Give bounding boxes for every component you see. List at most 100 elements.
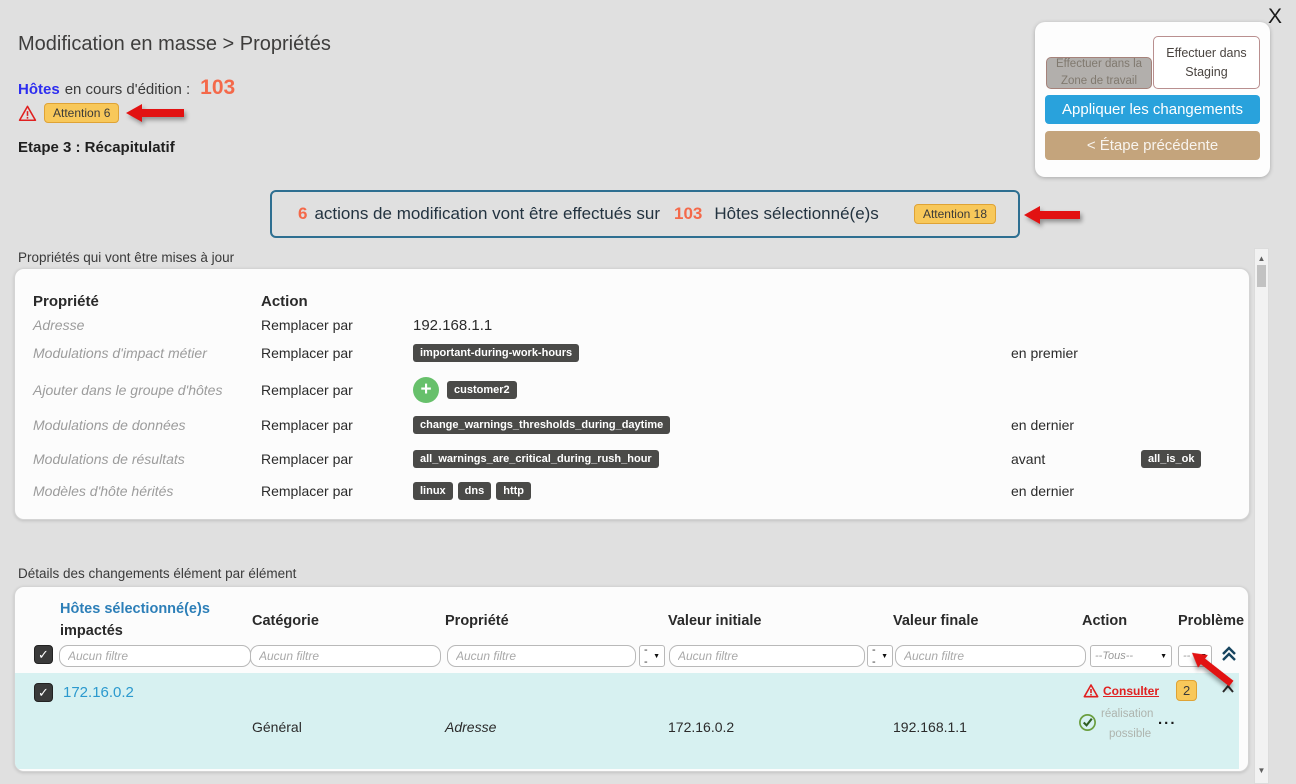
col-category: Catégorie	[252, 613, 319, 629]
summary-banner: 6 actions de modification vont être effe…	[270, 190, 1020, 238]
actions-panel: Effectuer dans la Zone de travail Effect…	[1035, 22, 1270, 177]
tab-staging[interactable]: Effectuer dans Staging	[1153, 36, 1260, 89]
scroll-up-icon[interactable]: ▲	[1255, 254, 1268, 263]
hosts-edit-line: Hôtes en cours d'édition : 103	[18, 76, 235, 100]
property-name: Modulations de données	[33, 412, 186, 438]
previous-step-button[interactable]: < Étape précédente	[1045, 131, 1260, 160]
subrow-category: Général	[252, 719, 302, 735]
action-type: Remplacer par	[261, 312, 353, 338]
table-row: Modulations de résultats Remplacer par a…	[15, 446, 1249, 472]
tab-staging-line1: Effectuer dans	[1154, 44, 1259, 63]
details-table: Hôtes sélectionné(e)s impactés Catégorie…	[14, 586, 1249, 772]
close-icon[interactable]: X	[1268, 6, 1282, 27]
properties-header-row: Propriété Action	[15, 288, 1249, 314]
actions-count: 6	[298, 204, 307, 224]
subrow-property: Adresse	[445, 719, 496, 735]
select-value: --	[872, 644, 878, 668]
more-actions-button[interactable]: ...	[1158, 711, 1177, 728]
tab-workzone[interactable]: Effectuer dans la Zone de travail	[1046, 57, 1152, 89]
hosts-link[interactable]: Hôtes	[18, 81, 60, 98]
host-row-group: ✓ 172.16.0.2 Consulter 2 Général Adresse…	[15, 673, 1239, 769]
position-hint: en dernier	[1011, 478, 1074, 504]
properties-table: Propriété Action Adresse Remplacer par 1…	[14, 268, 1250, 520]
mass-edit-page: X Modification en masse > Propriétés Hôt…	[0, 0, 1296, 784]
action-type: Remplacer par	[261, 375, 353, 405]
col-value-final: Valeur finale	[893, 613, 978, 629]
table-row: Ajouter dans le groupe d'hôtes Remplacer…	[15, 375, 1249, 405]
filter-select-final-op[interactable]: -- ▼	[867, 645, 893, 667]
check-icon: ✓	[38, 647, 49, 663]
subrow-value-initial: 172.16.0.2	[668, 719, 734, 735]
action-type: Remplacer par	[261, 478, 353, 504]
scroll-down-icon[interactable]: ▼	[1255, 766, 1268, 775]
annotation-arrow-icon	[1186, 646, 1236, 691]
annotation-arrow-icon	[126, 103, 184, 123]
filter-input-hosts[interactable]	[59, 645, 251, 667]
tab-staging-line2: Staging	[1154, 63, 1259, 82]
select-value: --Tous--	[1095, 650, 1133, 662]
annotation-arrow-icon	[1024, 205, 1080, 225]
filter-input-value-initial[interactable]	[669, 645, 865, 667]
status-possible-line2: possible	[1109, 725, 1151, 743]
table-row: Modulations de données Remplacer par cha…	[15, 412, 1249, 438]
action-type: Remplacer par	[261, 412, 353, 438]
value-chip: dns	[458, 482, 492, 500]
filter-input-value-final[interactable]	[895, 645, 1086, 667]
action-type: Remplacer par	[261, 446, 353, 472]
status-possible-line1: réalisation	[1101, 705, 1153, 723]
success-icon	[1078, 713, 1097, 732]
banner-text-middle: actions de modification vont être effect…	[314, 204, 660, 224]
warning-badge[interactable]: Attention 6	[44, 103, 119, 123]
warning-line: Attention 6	[18, 103, 184, 123]
tab-workzone-line2: Zone de travail	[1047, 73, 1151, 90]
table-row: Adresse Remplacer par 192.168.1.1	[15, 312, 1249, 338]
col-property: Propriété	[33, 288, 99, 314]
banner-hosts-count: 103	[674, 204, 702, 224]
position-hint: en dernier	[1011, 412, 1074, 438]
value-chip: all_warnings_are_critical_during_rush_ho…	[413, 450, 659, 468]
select-all-checkbox[interactable]: ✓	[34, 645, 53, 664]
col-hosts-impacted-line2: impactés	[60, 623, 123, 639]
consult-link[interactable]: Consulter	[1103, 684, 1159, 698]
action-type: Remplacer par	[261, 340, 353, 366]
check-icon: ✓	[38, 685, 49, 701]
details-section-title: Détails des changements élément par élém…	[18, 566, 296, 581]
step-label: Etape 3 : Récapitulatif	[18, 139, 175, 156]
value-chip: change_warnings_thresholds_during_daytim…	[413, 416, 670, 434]
property-name: Adresse	[33, 312, 84, 338]
apply-changes-button[interactable]: Appliquer les changements	[1045, 95, 1260, 124]
caret-down-icon: ▼	[1160, 653, 1167, 660]
row-checkbox[interactable]: ✓	[34, 683, 53, 702]
property-name: Modulations d'impact métier	[33, 340, 207, 366]
banner-warning-badge[interactable]: Attention 18	[914, 204, 996, 224]
select-value: --	[644, 644, 650, 668]
col-problem: Problème	[1178, 613, 1244, 629]
page-title: Modification en masse > Propriétés	[18, 33, 331, 56]
banner-text-end: Hôtes sélectionné(e)s	[714, 204, 878, 224]
property-name: Modulations de résultats	[33, 446, 185, 472]
properties-section-title: Propriétés qui vont être mises à jour	[18, 250, 234, 265]
col-action: Action	[1082, 613, 1127, 629]
col-hosts-impacted[interactable]: Hôtes sélectionné(e)s	[60, 601, 210, 617]
filter-select-initial-op[interactable]: -- ▼	[639, 645, 665, 667]
position-hint: en premier	[1011, 340, 1078, 366]
position-hint: avant	[1011, 446, 1045, 472]
filter-select-action[interactable]: --Tous-- ▼	[1090, 645, 1172, 667]
hosts-count: 103	[200, 76, 235, 100]
warning-icon	[1083, 683, 1099, 699]
property-name: Ajouter dans le groupe d'hôtes	[33, 375, 222, 405]
table-row: Modèles d'hôte hérités Remplacer par lin…	[15, 478, 1249, 504]
reference-chip: all_is_ok	[1141, 450, 1201, 468]
caret-down-icon: ▼	[881, 653, 888, 660]
col-value-initial: Valeur initiale	[668, 613, 762, 629]
filter-input-property[interactable]	[447, 645, 636, 667]
scrollbar-thumb[interactable]	[1257, 265, 1266, 287]
filter-input-category[interactable]	[250, 645, 441, 667]
value-chip: customer2	[447, 381, 517, 399]
host-link[interactable]: 172.16.0.2	[63, 684, 134, 701]
warning-icon	[18, 104, 37, 123]
subrow-value-final: 192.168.1.1	[893, 719, 967, 735]
vertical-scrollbar[interactable]: ▲ ▼	[1254, 248, 1269, 784]
tab-workzone-line1: Effectuer dans la	[1047, 56, 1151, 73]
col-action: Action	[261, 288, 308, 314]
